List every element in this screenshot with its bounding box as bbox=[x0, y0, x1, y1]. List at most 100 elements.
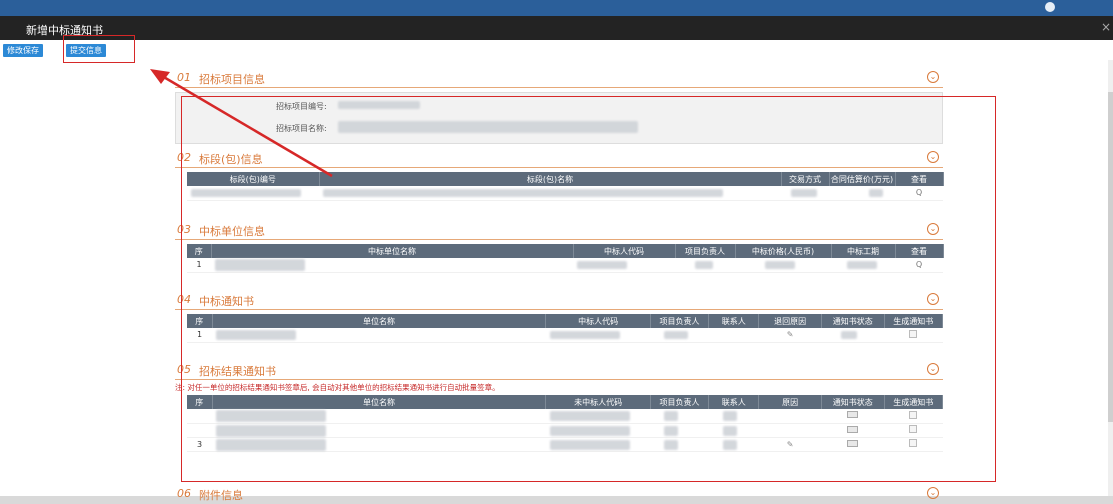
close-icon[interactable]: × bbox=[1101, 20, 1111, 34]
result-notice-table: 序 单位名称 未中标人代码 项目负责人 联系人 原因 通知书状态 生成通知书 3… bbox=[187, 395, 944, 452]
section-header[interactable]: 06 附件信息 ⌄ bbox=[175, 484, 943, 504]
signing-note: 注: 对任一单位的招标结果通知书签章后, 会自动对其他单位的招标结果通知书进行自… bbox=[175, 383, 500, 392]
col-header: 交易方式 bbox=[781, 172, 830, 186]
section-number: 05 bbox=[177, 363, 191, 376]
user-avatar-icon[interactable] bbox=[1045, 2, 1055, 12]
chevron-down-icon[interactable]: ⌄ bbox=[927, 487, 939, 499]
window-title: 新增中标通知书 bbox=[26, 24, 103, 37]
chevron-down-icon[interactable]: ⌄ bbox=[927, 151, 939, 163]
col-header: 序 bbox=[187, 314, 213, 328]
row-seq bbox=[187, 409, 213, 424]
mail-icon[interactable] bbox=[847, 411, 859, 419]
section-attachments: 06 附件信息 ⌄ bbox=[175, 484, 943, 504]
section-title: 中标单位信息 bbox=[199, 225, 265, 238]
save-button[interactable]: 修改保存 bbox=[3, 44, 43, 57]
col-header: 单位名称 bbox=[212, 314, 547, 328]
col-header: 联系人 bbox=[708, 314, 760, 328]
row-seq: 1 bbox=[187, 328, 213, 343]
chevron-down-icon[interactable]: ⌄ bbox=[927, 293, 939, 305]
col-header: 退回原因 bbox=[758, 314, 822, 328]
project-name-label: 招标项目名称: bbox=[276, 124, 327, 133]
project-name-value bbox=[338, 121, 638, 133]
section-header[interactable]: 01 招标项目信息 ⌄ bbox=[175, 68, 943, 88]
col-header: 中标单位名称 bbox=[211, 244, 574, 258]
mail-icon[interactable] bbox=[847, 439, 859, 447]
row-seq: 3 bbox=[187, 437, 213, 452]
col-header: 中标价格(人民币) bbox=[735, 244, 832, 258]
section-header[interactable]: 04 中标通知书 ⌄ bbox=[175, 290, 943, 310]
generate-checkbox[interactable] bbox=[909, 425, 918, 433]
generate-checkbox[interactable] bbox=[909, 329, 918, 338]
section-number: 03 bbox=[177, 223, 191, 236]
mail-icon[interactable] bbox=[847, 425, 859, 433]
col-header: 查看 bbox=[895, 172, 944, 186]
col-header: 中标人代码 bbox=[573, 244, 676, 258]
col-header: 序 bbox=[187, 244, 212, 258]
table-row[interactable]: 1 Q bbox=[187, 258, 943, 273]
col-header: 生成通知书 bbox=[884, 395, 944, 409]
col-header: 序 bbox=[187, 395, 213, 409]
generate-checkbox[interactable] bbox=[909, 439, 918, 447]
section-project-info: 01 招标项目信息 ⌄ 招标项目编号: 招标项目名称: bbox=[175, 68, 943, 144]
section-title: 附件信息 bbox=[199, 489, 243, 502]
scrollbar-thumb[interactable] bbox=[1108, 92, 1113, 422]
col-header: 项目负责人 bbox=[650, 395, 710, 409]
table-row[interactable]: 3 ✎ bbox=[187, 437, 943, 452]
col-header: 通知书状态 bbox=[821, 395, 885, 409]
section-title: 中标通知书 bbox=[199, 295, 254, 308]
col-header: 未中标人代码 bbox=[545, 395, 651, 409]
section-header[interactable]: 05 招标结果通知书 ⌄ bbox=[175, 360, 943, 380]
col-header: 标段(包)名称 bbox=[319, 172, 782, 186]
section-number: 01 bbox=[177, 71, 191, 84]
table-row[interactable]: Q bbox=[187, 186, 943, 201]
vertical-scrollbar[interactable] bbox=[1108, 60, 1113, 496]
row-seq bbox=[187, 423, 213, 438]
table-row[interactable] bbox=[187, 409, 943, 424]
col-header: 通知书状态 bbox=[821, 314, 885, 328]
title-bar: 新增中标通知书 × bbox=[0, 16, 1113, 40]
col-header: 生成通知书 bbox=[884, 314, 944, 328]
section-title: 招标项目信息 bbox=[199, 73, 265, 86]
chevron-down-icon[interactable]: ⌄ bbox=[927, 71, 939, 83]
section-bid-notice: 04 中标通知书 ⌄ 序 单位名称 中标人代码 项目负责人 联系人 退回原因 通… bbox=[175, 290, 944, 343]
col-header: 项目负责人 bbox=[650, 314, 710, 328]
table-row[interactable] bbox=[187, 423, 943, 438]
edit-icon[interactable]: ✎ bbox=[787, 330, 794, 339]
row-seq: 1 bbox=[187, 258, 211, 273]
section-header[interactable]: 02 标段(包)信息 ⌄ bbox=[175, 148, 943, 168]
col-header: 中标人代码 bbox=[545, 314, 651, 328]
bid-section-table: 标段(包)编号 标段(包)名称 交易方式 合同估算价(万元) 查看 Q bbox=[187, 172, 944, 201]
section-number: 06 bbox=[177, 487, 191, 500]
col-header: 联系人 bbox=[708, 395, 760, 409]
search-icon[interactable]: Q bbox=[916, 260, 922, 269]
table-row[interactable]: 1 ✎ bbox=[187, 328, 943, 343]
section-number: 04 bbox=[177, 293, 191, 306]
submit-button[interactable]: 提交信息 bbox=[66, 44, 106, 57]
section-number: 02 bbox=[177, 151, 191, 164]
system-top-bar bbox=[0, 0, 1113, 16]
project-info-box: 招标项目编号: 招标项目名称: bbox=[175, 92, 943, 144]
col-header: 项目负责人 bbox=[675, 244, 736, 258]
project-code-label: 招标项目编号: bbox=[276, 102, 327, 111]
section-bid-section: 02 标段(包)信息 ⌄ 标段(包)编号 标段(包)名称 交易方式 合同估算价(… bbox=[175, 148, 944, 201]
section-title: 标段(包)信息 bbox=[199, 153, 263, 166]
project-code-value bbox=[338, 101, 420, 109]
notice-table: 序 单位名称 中标人代码 项目负责人 联系人 退回原因 通知书状态 生成通知书 … bbox=[187, 314, 944, 343]
dialog-window: 新增中标通知书 × 修改保存 提交信息 01 招标项目信息 ⌄ 招标项目编号: … bbox=[0, 16, 1113, 502]
col-header: 合同估算价(万元) bbox=[829, 172, 896, 186]
col-header: 中标工期 bbox=[831, 244, 896, 258]
generate-checkbox[interactable] bbox=[909, 410, 918, 419]
chevron-down-icon[interactable]: ⌄ bbox=[927, 363, 939, 375]
chevron-down-icon[interactable]: ⌄ bbox=[927, 223, 939, 235]
winner-table: 序 中标单位名称 中标人代码 项目负责人 中标价格(人民币) 中标工期 查看 1… bbox=[187, 244, 944, 273]
col-header: 查看 bbox=[895, 244, 944, 258]
section-title: 招标结果通知书 bbox=[199, 365, 276, 378]
toolbar: 修改保存 提交信息 bbox=[0, 40, 140, 60]
col-header: 单位名称 bbox=[212, 395, 547, 409]
section-header[interactable]: 03 中标单位信息 ⌄ bbox=[175, 220, 943, 240]
section-result-notice: 05 招标结果通知书 ⌄ 注: 对任一单位的招标结果通知书签章后, 会自动对其他… bbox=[175, 360, 944, 452]
edit-icon[interactable]: ✎ bbox=[787, 440, 794, 449]
col-header: 原因 bbox=[758, 395, 822, 409]
search-icon[interactable]: Q bbox=[916, 188, 922, 197]
section-winner-info: 03 中标单位信息 ⌄ 序 中标单位名称 中标人代码 项目负责人 中标价格(人民… bbox=[175, 220, 944, 273]
